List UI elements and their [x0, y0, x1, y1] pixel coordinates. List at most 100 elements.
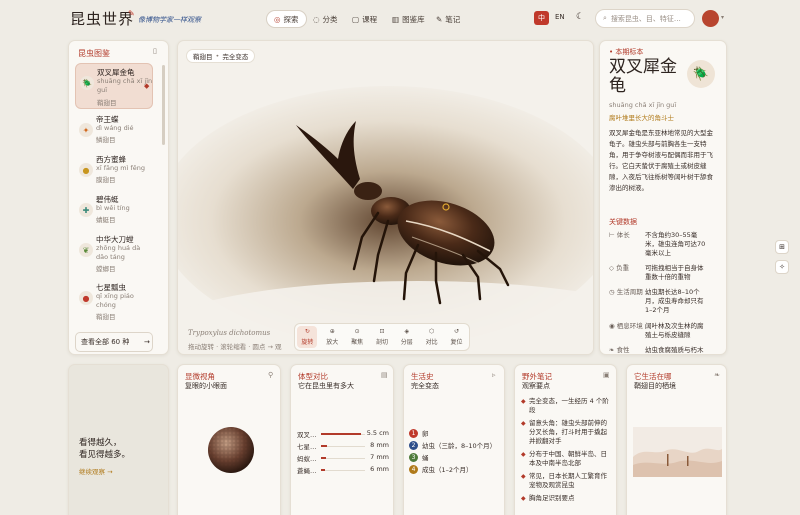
nav-label: 分类	[322, 14, 338, 24]
item-family: 膜翅目	[96, 176, 116, 184]
note-item: ◆ 胸角足识别要点	[521, 494, 613, 503]
habitat-illustration	[633, 427, 722, 477]
tool-label: 放大	[326, 339, 339, 346]
ruler-icon: ⊢	[609, 231, 615, 239]
sidebar-item-rhinoceros-beetle[interactable]: 🪲 双叉犀金龟 shuāng chā xī jīn guī 鞘翅目 ◆	[75, 63, 153, 109]
size-name: 蒼蝇…	[297, 467, 317, 475]
nav-notes[interactable]: ✎ 笔记	[429, 10, 467, 28]
tool-rotate[interactable]: ↻ 旋转	[297, 326, 318, 348]
leaf-icon: ❧	[714, 371, 720, 379]
notes-list: ◆ 完全变态，一生经历 4 个阶段 ◆ 留意头角：雄虫头部前伸的分叉长角，打斗时用于撬…	[521, 397, 613, 507]
fact-diet: ❧ 食性 幼虫食腐殖质与朽木	[609, 346, 709, 354]
continue-link[interactable]: 继续观察 →	[79, 466, 113, 476]
tool-focus[interactable]: ⊙ 聚焦	[347, 328, 367, 346]
pencil-icon: ✎	[436, 14, 443, 24]
bookmark-icon[interactable]: ▯	[153, 47, 157, 55]
note-item: ◆ 常见，日本长期人工繁育作宠物及观赏昆虫	[521, 472, 613, 490]
chevron-down-icon[interactable]: ▾	[721, 14, 724, 21]
stage-number: 3	[409, 452, 418, 462]
sidebar-title: 昆虫图鉴	[78, 49, 110, 58]
lifecycle-stage[interactable]: 1卵	[409, 427, 504, 439]
show-all-button[interactable]: 查看全部 60 种 →	[75, 332, 153, 352]
specimen-stage[interactable]: 鞘翅目 • 完全变态 Trypoxylus dichotomus 拖动旋转 · …	[177, 40, 594, 355]
app-logo[interactable]: 昆虫世界	[70, 8, 134, 29]
note-text: 完全变态，一生经历 4 个阶段	[529, 397, 609, 414]
mantis-icon: ❦	[79, 243, 93, 257]
fact-value: 阔叶林及次生林的腐殖土与栎皮缝隙	[645, 322, 704, 339]
table-icon: ▤	[381, 371, 388, 379]
compound-eye-image	[208, 427, 254, 473]
fact-lifecycle: ◷ 生活周期 幼虫期长达8–10个月，成虫寿命却只有1–2个月	[609, 288, 709, 315]
size-track	[321, 470, 365, 471]
nav-courses[interactable]: ▢ 课程	[345, 10, 384, 28]
lifecycle-stage[interactable]: 4 成虫（1–2个月）	[409, 463, 504, 475]
compound-eye-card[interactable]: 显微视角 复眼的小眼面 ⚲	[177, 364, 281, 515]
quote-card: 看得越久， 看见得越多。 继续观察 →	[68, 364, 169, 515]
fact-value: 可拖拽相当于自身体重数十倍的重物	[645, 264, 704, 281]
lifecycle-stage[interactable]: 3蛹	[409, 451, 504, 463]
tool-compare[interactable]: ⬡ 对比	[422, 328, 442, 346]
size-name: 双叉…	[297, 431, 317, 439]
tool-zoom[interactable]: ⊕ 放大	[322, 328, 342, 346]
lang-zh-button[interactable]: 中	[534, 11, 549, 25]
moon-icon[interactable]: ☾	[576, 12, 584, 22]
tool-label: 复位	[450, 339, 463, 346]
fact-length: ⊢ 体长 不含角约30–55毫米，雄虫连角可达70毫米以上	[609, 231, 709, 258]
diamond-icon: ◆	[521, 451, 526, 458]
sidebar-item-ladybug[interactable]: ● 七星瓢虫 qī xīng piáo chóng 鞘翅目	[75, 279, 153, 325]
size-bar	[321, 445, 328, 447]
search-input[interactable]: ⌕ 搜索昆虫、目、特征…	[595, 9, 695, 28]
key-data-title: 关键数据	[609, 218, 637, 226]
microscope-icon: ⚲	[268, 371, 274, 379]
nav-explore[interactable]: ◎ 探索	[266, 10, 307, 28]
size-bar	[321, 469, 326, 471]
item-family: 鳞翅目	[96, 136, 116, 144]
card-subtitle: 鞘翅目的栖境	[634, 382, 676, 390]
tag-metamorphosis: 完全变态	[222, 53, 249, 61]
beetle-icon: 🪲	[687, 60, 715, 88]
field-notes-card: 野外笔记 观察要点 ▣ ◆ 完全变态，一生经历 4 个阶段 ◆ 留意头角：雄虫头部前伸…	[514, 364, 617, 515]
pin-icon: •	[609, 48, 614, 56]
size-bar	[321, 457, 327, 459]
wand-icon[interactable]: ✧	[775, 260, 789, 274]
lang-en-button[interactable]: EN	[551, 11, 569, 25]
item-pinyin: qī xīng piáo chóng	[96, 292, 134, 309]
size-row: 蒼蝇… 6 mm	[297, 465, 389, 477]
beetle-model[interactable]	[178, 41, 594, 355]
focus-icon: ⊙	[354, 328, 360, 335]
item-pinyin: bì wěi tíng	[96, 204, 130, 212]
note-text: 胸角足识别要点	[529, 494, 575, 502]
nav-taxonomy[interactable]: ◌ 分类	[306, 10, 345, 28]
item-family: 鞘翅目	[97, 99, 117, 107]
fact-key: 栖息环境	[616, 322, 643, 330]
species-title: 双叉犀金 龟	[609, 58, 677, 96]
fact-key: 食性	[616, 346, 630, 354]
stage-number: 2	[409, 440, 418, 450]
diamond-icon: ◆	[521, 420, 526, 427]
fact-key: 生活周期	[616, 288, 643, 296]
sidebar-item-mantis[interactable]: ❦ 中华大刀螳 zhōng huá dà dāo táng 螳螂目	[75, 231, 153, 277]
scrollbar[interactable]	[162, 65, 165, 145]
butterfly-icon: ✦	[79, 123, 93, 137]
beetle-icon: 🪲	[80, 76, 94, 90]
nav-label: 探索	[283, 14, 299, 24]
section-icon: ⊡	[379, 328, 385, 335]
tool-label: 聚焦	[351, 339, 364, 346]
diamond-icon: ◆	[521, 495, 526, 502]
tool-reset[interactable]: ↺ 复位	[446, 328, 466, 346]
tool-layers[interactable]: ◈ 分层	[397, 328, 417, 346]
habitat-card[interactable]: 它生活在哪 鞘翅目的栖境 ❧	[626, 364, 727, 515]
ladybug-icon: ●	[79, 291, 93, 305]
size-value: 6 mm	[370, 465, 389, 473]
avatar[interactable]	[702, 10, 719, 27]
lifecycle-stage[interactable]: 2 幼虫（三龄，8–10个月）	[409, 439, 504, 451]
note-icon: ▣	[603, 371, 610, 379]
card-subtitle: 完全变态	[411, 382, 439, 390]
grid-icon[interactable]: ⊞	[775, 240, 789, 254]
detail-kicker: • 本期标本	[609, 47, 643, 57]
detail-panel: • 本期标本 双叉犀金 龟 🪲 shuāng chā xī jīn guī 腐叶…	[599, 40, 727, 355]
tool-section[interactable]: ⊡ 剖切	[372, 328, 392, 346]
nav-library[interactable]: ▥ 图鉴库	[385, 10, 432, 28]
detail-subtitle: 腐叶堆里长大的角斗士	[609, 114, 674, 122]
card-subtitle: 观察要点	[522, 382, 550, 390]
